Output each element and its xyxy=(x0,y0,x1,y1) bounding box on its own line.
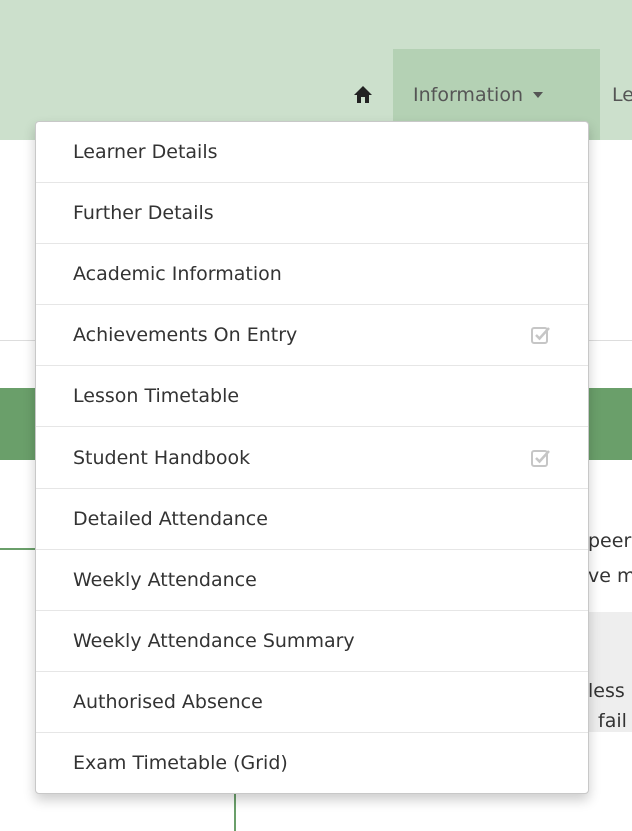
home-icon xyxy=(354,85,372,103)
information-dropdown-menu: Learner Details Further Details Academic… xyxy=(35,121,589,794)
information-nav-label: Information xyxy=(413,83,523,106)
menu-item-label: Weekly Attendance xyxy=(73,568,257,591)
menu-item-label: Achievements On Entry xyxy=(73,324,298,347)
top-navbar: Information Le xyxy=(0,0,632,140)
menu-item-lesson-timetable[interactable]: Lesson Timetable xyxy=(36,366,588,428)
menu-item-achievements-on-entry[interactable]: Achievements On Entry xyxy=(36,305,588,367)
menu-item-student-handbook[interactable]: Student Handbook xyxy=(36,427,588,489)
menu-item-label: Further Details xyxy=(73,202,214,225)
checked-checkbox-icon xyxy=(531,327,550,345)
page-text-fragment: ve m xyxy=(588,565,632,587)
caret-down-icon xyxy=(532,91,543,98)
menu-item-exam-timetable-grid[interactable]: Exam Timetable (Grid) xyxy=(36,733,588,793)
page-text-fragment: less xyxy=(588,680,625,702)
checked-checkbox-icon xyxy=(531,449,550,467)
menu-item-learner-details[interactable]: Learner Details xyxy=(36,122,588,184)
menu-item-weekly-attendance-summary[interactable]: Weekly Attendance Summary xyxy=(36,611,588,672)
menu-item-weekly-attendance[interactable]: Weekly Attendance xyxy=(36,550,588,611)
menu-item-label: Lesson Timetable xyxy=(73,385,240,408)
menu-item-label: Exam Timetable (Grid) xyxy=(73,752,288,775)
menu-item-label: Detailed Attendance xyxy=(73,507,268,530)
menu-item-label: Student Handbook xyxy=(73,446,251,469)
page-text-fragment: fail xyxy=(598,710,627,732)
menu-item-authorised-absence[interactable]: Authorised Absence xyxy=(36,672,588,733)
menu-item-label: Weekly Attendance Summary xyxy=(73,629,355,652)
menu-item-further-details[interactable]: Further Details xyxy=(36,183,588,245)
next-nav-item[interactable]: Le xyxy=(600,49,632,140)
next-nav-label: Le xyxy=(612,83,632,106)
page-text-fragment: peer xyxy=(588,530,632,552)
menu-item-detailed-attendance[interactable]: Detailed Attendance xyxy=(36,489,588,550)
menu-item-academic-information[interactable]: Academic Information xyxy=(36,244,588,306)
menu-item-label: Academic Information xyxy=(73,263,282,286)
menu-item-label: Learner Details xyxy=(73,141,218,164)
menu-item-label: Authorised Absence xyxy=(73,690,263,713)
